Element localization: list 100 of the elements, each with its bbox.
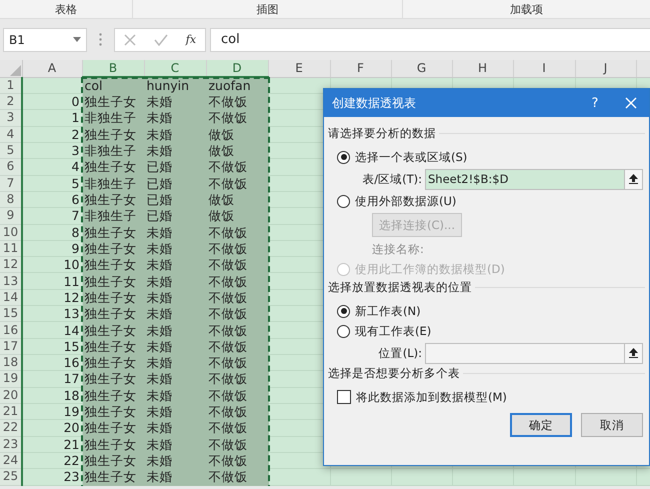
checkmark-icon[interactable] [154,34,168,46]
table-cell: 独生子女 [84,322,136,338]
column-header[interactable]: A [22,60,82,77]
table-cell: 独生子女 [84,94,136,109]
table-cell: 17 [64,371,80,386]
table-cell: 未婚 [146,126,172,142]
column-header[interactable]: H [452,60,513,77]
table-cell: 独生子女 [84,290,136,305]
table-cell: zuofan [208,78,251,93]
table-cell: 不做饭 [208,322,248,338]
table-cell: 不做饭 [208,371,248,386]
checkbox[interactable] [337,390,351,404]
connection-name-label: 连接名称: [372,242,424,256]
table-cell: 3 [72,143,80,158]
radio-label: 使用外部数据源(U) [355,194,456,208]
column-header[interactable]: D [206,60,268,77]
drag-handle-icon[interactable] [99,33,102,46]
field-label: 表/区域(T): [362,172,422,186]
radio-button[interactable] [337,150,350,164]
column-header[interactable]: C [144,60,206,77]
table-cell: 未婚 [146,355,172,370]
table-cell: 5 [72,176,80,190]
row-header[interactable]: 4 [0,126,22,142]
table-cell: 独生子女 [84,420,136,436]
row-header[interactable]: 15 [0,306,22,322]
table-cell: 独生子女 [84,126,136,142]
table-cell: 6 [72,192,80,207]
table-cell: 独生子女 [84,274,136,288]
table-cell: 7 [72,208,80,223]
table-cell: 独生子女 [84,436,136,452]
table-cell: 非独生子 [84,208,136,223]
row-header[interactable]: 12 [0,256,22,273]
cancel-button[interactable]: 取消 [581,413,643,437]
row-header[interactable]: 23 [0,436,22,452]
table-cell: 12 [64,290,80,305]
column-header[interactable]: B [82,60,144,77]
ribbon-group-label: 插图 [256,2,278,16]
section-title: 请选择要分析的数据 [328,126,436,140]
help-button[interactable]: ? [577,89,613,117]
row-header[interactable]: 2 [0,94,22,110]
table-cell: 做饭 [208,192,234,207]
radio-button[interactable] [337,324,350,338]
table-cell: 16 [64,355,80,370]
table-cell: 未婚 [146,257,172,272]
column-header[interactable]: E [268,60,330,77]
table-cell: 不做饭 [208,404,248,419]
ok-button[interactable]: 确定 [510,413,572,437]
row-header[interactable]: 18 [0,354,22,371]
radio-button[interactable] [337,304,350,318]
table-cell: 非独生子 [84,110,136,126]
formula-input[interactable]: col [210,28,650,52]
table-cell: 独生子女 [84,306,136,321]
table-cell: 9 [72,240,80,256]
table-cell: 不做饭 [208,274,248,288]
table-cell: 22 [64,453,80,468]
row-header[interactable]: 10 [0,224,22,240]
table-cell: 未婚 [146,388,172,402]
table-cell: 独生子女 [84,371,136,386]
table-cell: 未婚 [146,469,172,484]
column-header[interactable]: G [391,60,452,77]
table-cell: 不做饭 [208,469,248,484]
table-cell: 独生子女 [84,469,136,484]
table-cell: 未婚 [146,453,172,468]
insert-function-button[interactable]: fx [186,33,196,46]
table-cell: 不做饭 [208,453,248,468]
table-cell: 不做饭 [208,388,248,402]
table-cell: 不做饭 [208,420,248,436]
table-cell: 未婚 [146,306,172,321]
table-cell: 2 [72,126,80,142]
table-cell: 20 [64,420,80,436]
table-cell: 21 [64,436,80,452]
section-title: 选择放置数据透视表的位置 [328,280,472,294]
radio-label: 现有工作表(E) [355,324,432,338]
checkbox-label: 将此数据添加到数据模型(M) [356,390,507,404]
column-header[interactable]: J [575,60,636,77]
row-header[interactable]: 7 [0,175,22,192]
table-cell: 已婚 [146,176,172,190]
table-cell: 做饭 [208,126,234,142]
table-cell: 19 [64,404,80,419]
dialog-title: 创建数据透视表 [332,94,416,112]
table-cell: 独生子女 [84,224,136,240]
radio-label: 选择一个表或区域(S) [355,150,468,164]
ribbon-group-label: 加载项 [510,2,543,16]
row-header[interactable]: 20 [0,387,22,404]
column-header[interactable]: I [513,60,575,77]
table-cell: 未婚 [146,94,172,109]
table-cell: 不做饭 [208,290,248,305]
table-cell: 未婚 [146,274,172,288]
radio-label: 新工作表(N) [355,304,421,318]
table-cell: 未婚 [146,143,172,158]
table-cell: 未婚 [146,436,172,452]
table-cell: 独生子女 [84,355,136,370]
radio-label: 使用此工作簿的数据模型(D) [355,262,505,276]
row-header[interactable]: 1 [0,77,22,94]
table-cell: 23 [64,469,80,484]
table-cell: hunyin [146,78,190,93]
column-header[interactable]: F [330,60,391,77]
name-box[interactable]: B1 [3,28,87,52]
table-cell: 独生子女 [84,404,136,419]
radio-button[interactable] [337,194,350,208]
